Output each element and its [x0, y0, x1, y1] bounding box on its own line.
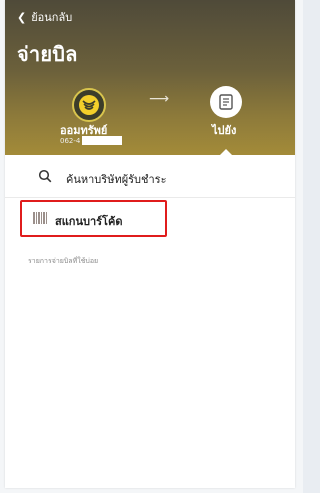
back-label: ย้อนกลับ	[31, 11, 73, 24]
to-label: ไปยัง	[212, 124, 237, 137]
chevron-left-icon: ❮	[17, 11, 27, 24]
bill-document-icon	[219, 94, 233, 110]
scan-barcode-label: สแกนบาร์โค้ด	[55, 215, 123, 228]
to-biller-button[interactable]	[210, 86, 242, 118]
search-biller-label: ค้นหาบริษัทผู้รับชำระ	[66, 173, 167, 186]
back-button[interactable]: ❮ ย้อนกลับ	[17, 11, 72, 25]
account-number-redaction	[82, 136, 122, 145]
selection-notch	[220, 149, 232, 155]
header: ❮ ย้อนกลับ จ่ายบิล ⟶ ออมทรัพย์ 062-4 ไปย…	[5, 0, 295, 155]
search-biller-row[interactable]: ค้นหาบริษัทผู้รับชำระ	[5, 157, 295, 198]
frequent-bills-heading: รายการจ่ายบิลที่ใช้บ่อย	[28, 257, 99, 265]
page-title: จ่ายบิล	[17, 42, 78, 66]
krungsri-logo-icon	[79, 95, 99, 115]
scan-barcode-button[interactable]: สแกนบาร์โค้ด	[20, 200, 167, 237]
search-icon	[38, 169, 52, 183]
from-account-number: 062-4	[60, 137, 81, 145]
bill-payment-panel: ❮ ย้อนกลับ จ่ายบิล ⟶ ออมทรัพย์ 062-4 ไปย…	[5, 0, 295, 488]
arrow-right-icon: ⟶	[149, 91, 170, 107]
from-account-button[interactable]	[72, 88, 106, 122]
app-screen: ❮ ย้อนกลับ จ่ายบิล ⟶ ออมทรัพย์ 062-4 ไปย…	[0, 0, 303, 493]
barcode-icon	[33, 212, 47, 224]
